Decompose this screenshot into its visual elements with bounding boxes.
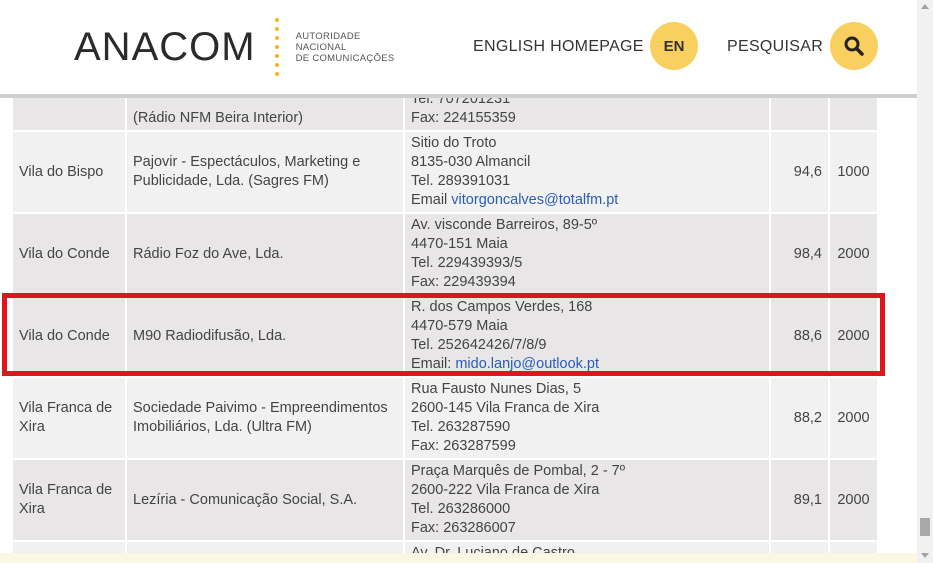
- logo-sub-line: DE COMUNICAÇÕES: [295, 52, 395, 64]
- power-cell: 2000: [828, 458, 879, 542]
- power-cell: [828, 98, 879, 132]
- highlight-box: [2, 293, 885, 376]
- locality-cell: Vila Franca de Xira: [11, 458, 127, 542]
- frequency-cell: 88,2: [769, 376, 830, 460]
- address-line: Sitio do Troto: [411, 135, 497, 151]
- table-row: Vila do Conde Rádio Foz do Ave, Lda. Av.…: [11, 212, 879, 296]
- table-row: Vila Franca de Xira Sociedade Paivimo - …: [11, 376, 879, 460]
- frequency-cell: 89,1: [769, 458, 830, 542]
- address-line: Tel. 263287590: [411, 419, 511, 435]
- address-line: 2600-145 Vila Franca de Xira: [411, 400, 600, 416]
- site-header: ANACOM AUTORIDADE NACIONAL DE COMUNICAÇÕ…: [0, 0, 917, 94]
- email-label: Email: [411, 192, 452, 208]
- address-line: Fax: 263286007: [411, 520, 516, 536]
- logo-wordmark: ANACOM: [74, 25, 256, 69]
- address-cell: Sitio do Troto 8135-030 Almancil Tel. 28…: [403, 130, 771, 214]
- locality-cell: [11, 540, 127, 553]
- address-cell: Av. visconde Barreiros, 89-5º 4470-151 M…: [403, 212, 771, 296]
- address-line: Tel. 289391031: [411, 173, 511, 189]
- scroll-down-arrow-icon[interactable]: [921, 553, 929, 558]
- address-line: Tel. 229439393/5: [411, 255, 523, 271]
- operator-cell: (Rádio NFM Beira Interior): [125, 98, 405, 132]
- en-language-button[interactable]: EN: [650, 22, 698, 70]
- frequency-cell: 98,4: [769, 212, 830, 296]
- address-cell: Tel. 707201231 Fax: 224155359: [403, 98, 771, 132]
- power-cell: 1000: [828, 130, 879, 214]
- address-cell: Rua Fausto Nunes Dias, 5 2600-145 Vila F…: [403, 376, 771, 460]
- table-row: (Rádio NFM Beira Interior) Tel. 70720123…: [11, 98, 879, 132]
- address-cell: Av. Dr. Luciano de Castro: [403, 540, 771, 553]
- search-button[interactable]: [830, 22, 878, 70]
- power-cell: 2000: [828, 376, 879, 460]
- address-line: Tel. 263286000: [411, 501, 511, 517]
- address-line: Rua Fausto Nunes Dias, 5: [411, 381, 582, 397]
- address-line: Fax: 263287599: [411, 438, 516, 454]
- stations-table-container: (Rádio NFM Beira Interior) Tel. 70720123…: [0, 98, 917, 553]
- address-line: Fax: 229439394: [411, 274, 516, 290]
- address-line: Tel. 707201231: [411, 98, 511, 107]
- operator-cell: Lezíria - Comunicação Social, S.A.: [125, 458, 405, 542]
- search-icon: [844, 36, 864, 56]
- locality-cell: [11, 98, 127, 132]
- frequency-cell: 94,6: [769, 130, 830, 214]
- address-line: Praça Marquês de Pombal, 2 - 7º: [411, 463, 626, 479]
- locality-cell: Vila do Bispo: [11, 130, 127, 214]
- vertical-scrollbar[interactable]: [917, 0, 933, 563]
- logo-dots-icon: [270, 18, 284, 84]
- scroll-thumb[interactable]: [920, 518, 930, 536]
- logo-sub-line: NACIONAL: [295, 41, 347, 53]
- operator-cell: Pajovir - Espectáculos, Marketing e Publ…: [125, 130, 405, 214]
- english-homepage-link[interactable]: ENGLISH HOMEPAGE: [473, 38, 644, 56]
- search-link[interactable]: PESQUISAR: [727, 38, 823, 56]
- power-cell: [828, 540, 879, 553]
- operator-cell: Sociedade Paivimo - Empreendimentos Imob…: [125, 376, 405, 460]
- address-line: Av. visconde Barreiros, 89-5º: [411, 217, 598, 233]
- logo-subtitle: AUTORIDADE NACIONAL DE COMUNICAÇÕES: [296, 31, 395, 64]
- frequency-cell: [769, 540, 830, 553]
- address-line: Av. Dr. Luciano de Castro: [411, 545, 575, 553]
- anacom-logo[interactable]: ANACOM AUTORIDADE NACIONAL DE COMUNICAÇÕ…: [74, 18, 395, 76]
- address-cell: Praça Marquês de Pombal, 2 - 7º 2600-222…: [403, 458, 771, 542]
- scroll-up-arrow-icon[interactable]: [921, 4, 929, 9]
- logo-sub-line: AUTORIDADE: [295, 30, 361, 42]
- table-row: Av. Dr. Luciano de Castro: [11, 540, 879, 553]
- locality-cell: Vila Franca de Xira: [11, 376, 127, 460]
- email-line: Email vitorgoncalves@totalfm.pt: [411, 191, 763, 210]
- operator-cell: [125, 540, 405, 553]
- power-cell: 2000: [828, 212, 879, 296]
- frequency-cell: [769, 98, 830, 132]
- header-divider: [0, 94, 917, 98]
- address-line: 4470-151 Maia: [411, 236, 508, 252]
- locality-cell: Vila do Conde: [11, 212, 127, 296]
- bottom-strip: [0, 553, 917, 563]
- address-line: 2600-222 Vila Franca de Xira: [411, 482, 600, 498]
- email-link[interactable]: vitorgoncalves@totalfm.pt: [451, 192, 618, 208]
- address-line: Fax: 224155359: [411, 110, 516, 126]
- operator-cell: Rádio Foz do Ave, Lda.: [125, 212, 405, 296]
- address-line: 8135-030 Almancil: [411, 154, 531, 170]
- table-row: Vila Franca de Xira Lezíria - Comunicaçã…: [11, 458, 879, 542]
- table-row: Vila do Bispo Pajovir - Espectáculos, Ma…: [11, 130, 879, 214]
